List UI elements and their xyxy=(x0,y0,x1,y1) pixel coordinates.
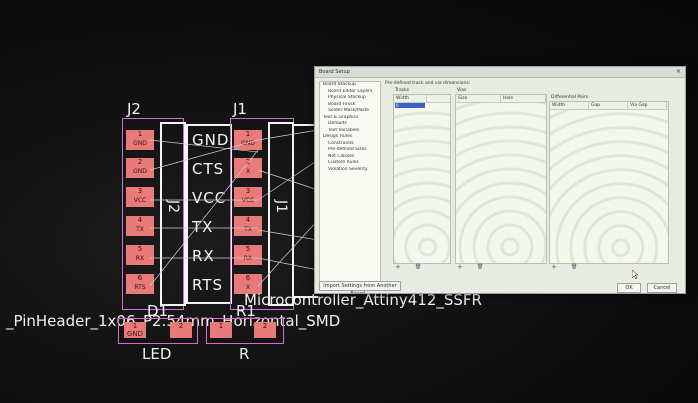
led-value-label: LED xyxy=(142,345,172,363)
import-settings-button[interactable]: Import Settings from Another Board... xyxy=(319,281,401,293)
led-pad-2: 2 xyxy=(170,322,192,338)
vias-add-icon[interactable]: + xyxy=(457,263,463,271)
vias-table[interactable]: Size Hole xyxy=(455,94,547,264)
tree-item[interactable]: Violation Severity xyxy=(320,167,380,174)
diff-delete-icon[interactable]: 🗑 xyxy=(571,264,577,270)
led-pad-1: 1 GND xyxy=(124,322,146,338)
r-pad-2: 2 xyxy=(254,322,276,338)
tracks-header: Width xyxy=(394,95,450,103)
cancel-button[interactable]: Cancel xyxy=(647,283,677,293)
tracks-table[interactable]: Width 0 xyxy=(393,94,451,264)
tracks-row-selected[interactable]: 0 xyxy=(395,103,425,108)
vias-header: Size Hole xyxy=(456,95,546,103)
ok-button[interactable]: OK xyxy=(617,283,641,293)
dialog-titlebar[interactable]: Board Setup xyxy=(315,67,685,78)
diff-pairs-label: Differential Pairs xyxy=(551,95,589,100)
diff-pairs-table[interactable]: Width Gap Via Gap xyxy=(549,101,669,264)
pcb-canvas[interactable]: J2 J1 1 GND 2 GND 3 VCC 4 TX 5 RX 6 RTS J2 GND CTS VC… xyxy=(0,0,698,403)
dialog-title: Board Setup xyxy=(319,69,350,75)
tracks-add-icon[interactable]: + xyxy=(395,263,401,271)
diff-pairs-header: Width Gap Via Gap xyxy=(550,102,668,110)
r-pad-1: 1 xyxy=(210,322,232,338)
vias-delete-icon[interactable]: 🗑 xyxy=(477,264,483,270)
board-setup-dialog[interactable]: Board Setup × Board Stackup Board Editor … xyxy=(314,66,686,294)
tracks-label: Tracks xyxy=(395,88,410,93)
tracks-delete-icon[interactable]: 🗑 xyxy=(415,264,421,270)
close-icon[interactable]: × xyxy=(676,68,681,75)
r-value-label: R xyxy=(239,345,250,363)
diff-add-icon[interactable]: + xyxy=(551,263,557,271)
vias-label: Vias xyxy=(457,88,467,93)
settings-tree[interactable]: Board Stackup Board Editor Layers Physical… xyxy=(319,81,381,283)
mouse-cursor-icon xyxy=(632,270,639,280)
section-title: Pre-defined track and via dimensions: xyxy=(385,81,471,86)
